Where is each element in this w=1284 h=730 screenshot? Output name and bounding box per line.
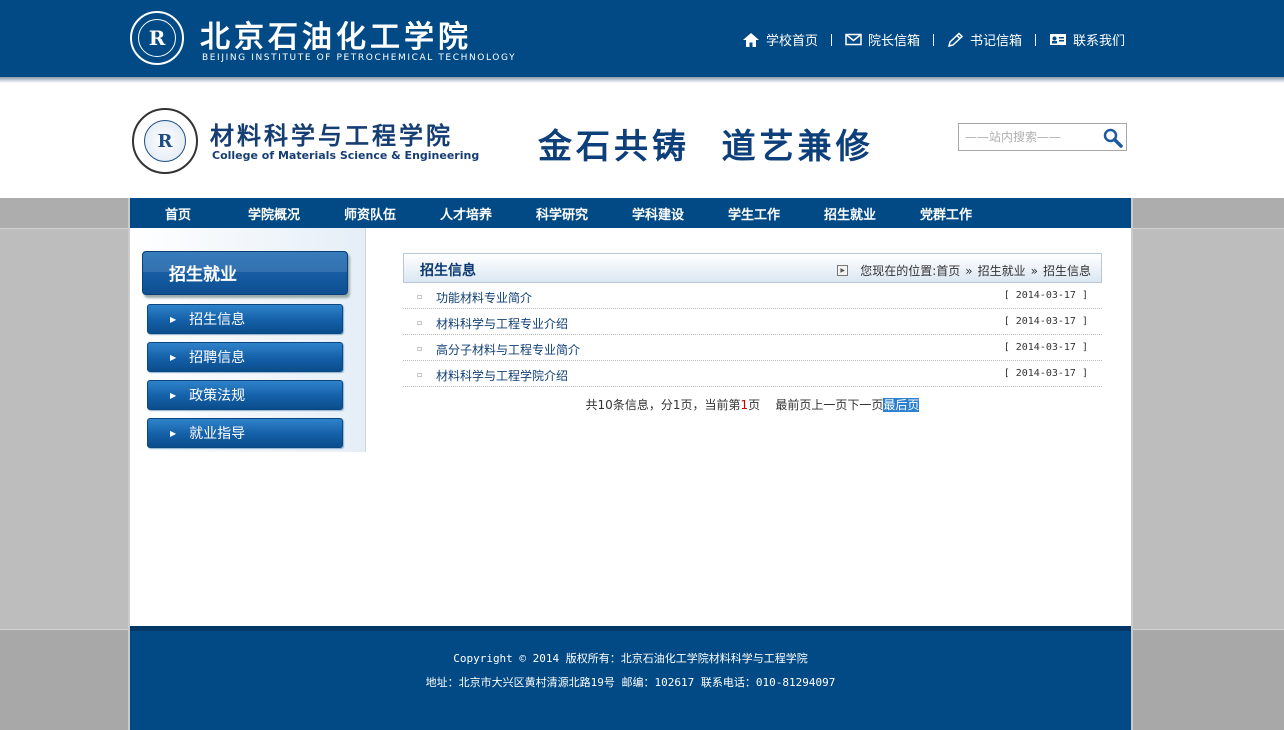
pagination-summary: 共10条信息，分1页，当前第 bbox=[585, 398, 741, 412]
top-link-label: 学校首页 bbox=[766, 34, 819, 49]
divider bbox=[1035, 33, 1037, 46]
sidebar-title: 招生就业 bbox=[142, 251, 348, 295]
college-emblem-icon: R bbox=[144, 120, 186, 162]
sidebar-menu: ▶ 招生信息 ▶ 招聘信息 ▶ 政策法规 ▶ 就业指导 bbox=[147, 304, 343, 456]
list-item: ▫ 功能材料专业简介 [ 2014-03-17 ] bbox=[403, 283, 1102, 309]
list-item-title[interactable]: 材料科学与工程专业介绍 bbox=[436, 315, 568, 332]
header: R 材料科学与工程学院 College of Materials Science… bbox=[0, 86, 1284, 198]
top-links: 学校首页 院长信箱 书记信箱 联系我们 bbox=[742, 30, 1125, 49]
school-english-name: BEIJING INSTITUTE OF PETROCHEMICAL TECHN… bbox=[202, 53, 517, 63]
main-container: 首页 学院概况 师资队伍 人才培养 科学研究 学科建设 学生工作 招生就业 党群… bbox=[128, 198, 1133, 730]
bullet-icon: ▫ bbox=[417, 344, 423, 353]
list-item-title[interactable]: 材料科学与工程学院介绍 bbox=[436, 367, 568, 384]
divider bbox=[933, 33, 935, 46]
list-item: ▫ 材料科学与工程专业介绍 [ 2014-03-17 ] bbox=[403, 309, 1102, 335]
college-name: 材料科学与工程学院 bbox=[210, 121, 453, 150]
nav-item-overview[interactable]: 学院概况 bbox=[226, 204, 322, 223]
pagination-first-link[interactable]: 最前页 bbox=[775, 398, 811, 412]
breadcrumb-separator: » bbox=[1030, 263, 1038, 278]
triangle-right-icon: ▶ bbox=[170, 314, 177, 324]
top-link-home[interactable]: 学校首页 bbox=[742, 30, 818, 49]
breadcrumb-separator: » bbox=[965, 263, 973, 278]
top-link-label: 院长信箱 bbox=[868, 34, 921, 49]
school-name: 北京石油化工学院 bbox=[200, 20, 472, 55]
top-link-label: 联系我们 bbox=[1073, 34, 1126, 49]
bullet-icon: ▫ bbox=[417, 292, 423, 301]
list-item-title[interactable]: 高分子材料与工程专业简介 bbox=[436, 341, 580, 358]
pencil-icon bbox=[948, 31, 964, 47]
school-logo[interactable]: R bbox=[130, 11, 184, 65]
list-item-date: [ 2014-03-17 ] bbox=[1003, 342, 1088, 353]
search-input[interactable] bbox=[965, 128, 1095, 146]
list-item-title[interactable]: 功能材料专业简介 bbox=[436, 289, 532, 306]
sidebar: 招生就业 ▶ 招生信息 ▶ 招聘信息 ▶ 政策法规 ▶ 就业指导 bbox=[130, 228, 366, 452]
list-item-date: [ 2014-03-17 ] bbox=[1003, 290, 1088, 301]
top-link-label: 书记信箱 bbox=[970, 34, 1023, 49]
home-icon bbox=[743, 32, 759, 47]
pagination-last-link[interactable]: 最后页 bbox=[883, 398, 920, 412]
college-english-name: College of Materials Science & Engineeri… bbox=[212, 149, 480, 162]
nav-item-faculty[interactable]: 师资队伍 bbox=[322, 204, 418, 223]
mail-icon bbox=[845, 33, 862, 46]
content-header: 招生信息 ▶ 您现在的位置: 首页 » 招生就业 » 招生信息 bbox=[403, 253, 1102, 283]
pagination-summary-end: 页 bbox=[748, 398, 761, 412]
top-bar: R 北京石油化工学院 BEIJING INSTITUTE OF PETROCHE… bbox=[0, 0, 1284, 83]
bullet-icon: ▫ bbox=[417, 370, 423, 379]
breadcrumb: ▶ 您现在的位置: 首页 » 招生就业 » 招生信息 bbox=[837, 262, 1091, 279]
contact-card-icon bbox=[1050, 34, 1067, 45]
triangle-right-icon: ▶ bbox=[170, 352, 177, 362]
nav-item-education[interactable]: 人才培养 bbox=[418, 204, 514, 223]
list-item: ▫ 高分子材料与工程专业简介 [ 2014-03-17 ] bbox=[403, 335, 1102, 361]
footer-copyright: Copyright © 2014 版权所有：北京石油化工学院材料科学与工程学院 bbox=[453, 652, 808, 665]
college-logo[interactable]: R bbox=[132, 108, 198, 174]
sidebar-item-admission-info[interactable]: ▶ 招生信息 bbox=[147, 304, 343, 334]
bullet-icon: ▫ bbox=[417, 318, 423, 327]
sidebar-item-label: 就业指导 bbox=[189, 426, 246, 442]
footer: Copyright © 2014 版权所有：北京石油化工学院材料科学与工程学院 … bbox=[130, 626, 1131, 730]
sidebar-item-label: 招生信息 bbox=[189, 312, 246, 328]
list-item: ▫ 材料科学与工程学院介绍 [ 2014-03-17 ] bbox=[403, 361, 1102, 387]
top-link-secretary-mailbox[interactable]: 书记信箱 bbox=[947, 30, 1022, 49]
content-area: 招生信息 ▶ 您现在的位置: 首页 » 招生就业 » 招生信息 ▫ 功能材料专业… bbox=[403, 253, 1102, 413]
sidebar-item-career-guidance[interactable]: ▶ 就业指导 bbox=[147, 418, 343, 448]
pagination-current-page: 1 bbox=[740, 398, 749, 412]
main-nav: 首页 学院概况 师资队伍 人才培养 科学研究 学科建设 学生工作 招生就业 党群… bbox=[130, 198, 1131, 228]
footer-address: 地址：北京市大兴区黄村清源北路19号 邮编：102617 联系电话：010-81… bbox=[425, 676, 836, 689]
list-item-date: [ 2014-03-17 ] bbox=[1003, 316, 1088, 327]
sidebar-item-policies[interactable]: ▶ 政策法规 bbox=[147, 380, 343, 410]
nav-item-admissions[interactable]: 招生就业 bbox=[802, 204, 898, 223]
page-title: 招生信息 bbox=[420, 263, 476, 279]
list-item-date: [ 2014-03-17 ] bbox=[1003, 368, 1088, 379]
divider bbox=[831, 33, 833, 46]
top-link-president-mailbox[interactable]: 院长信箱 bbox=[845, 30, 920, 49]
pagination: 共10条信息，分1页，当前第1页 最前页上一页下一页最后页 bbox=[403, 396, 1102, 413]
motto-banner: 金石共铸 道艺兼修 bbox=[538, 127, 874, 167]
nav-item-home[interactable]: 首页 bbox=[130, 204, 226, 223]
play-arrow-icon: ▶ bbox=[837, 265, 849, 276]
sidebar-item-label: 招聘信息 bbox=[189, 350, 246, 366]
pagination-next-link[interactable]: 下一页 bbox=[847, 398, 883, 412]
nav-item-disciplines[interactable]: 学科建设 bbox=[610, 204, 706, 223]
article-list: ▫ 功能材料专业简介 [ 2014-03-17 ] ▫ 材料科学与工程专业介绍 … bbox=[403, 283, 1102, 387]
breadcrumb-admissions[interactable]: 招生就业 bbox=[978, 262, 1026, 279]
site-search bbox=[958, 123, 1127, 151]
breadcrumb-prefix: 您现在的位置: bbox=[860, 264, 937, 278]
sidebar-item-recruitment-info[interactable]: ▶ 招聘信息 bbox=[147, 342, 343, 372]
search-icon[interactable] bbox=[1102, 127, 1124, 149]
school-emblem-icon: R bbox=[138, 19, 176, 57]
triangle-right-icon: ▶ bbox=[170, 390, 177, 400]
breadcrumb-current[interactable]: 招生信息 bbox=[1043, 262, 1091, 279]
nav-item-research[interactable]: 科学研究 bbox=[514, 204, 610, 223]
nav-item-party[interactable]: 党群工作 bbox=[898, 204, 994, 223]
pagination-prev-link[interactable]: 上一页 bbox=[811, 398, 847, 412]
triangle-right-icon: ▶ bbox=[170, 428, 177, 438]
top-link-contact-us[interactable]: 联系我们 bbox=[1049, 30, 1125, 49]
sidebar-item-label: 政策法规 bbox=[189, 388, 246, 404]
nav-item-student-affairs[interactable]: 学生工作 bbox=[706, 204, 802, 223]
breadcrumb-home[interactable]: 首页 bbox=[936, 262, 960, 279]
